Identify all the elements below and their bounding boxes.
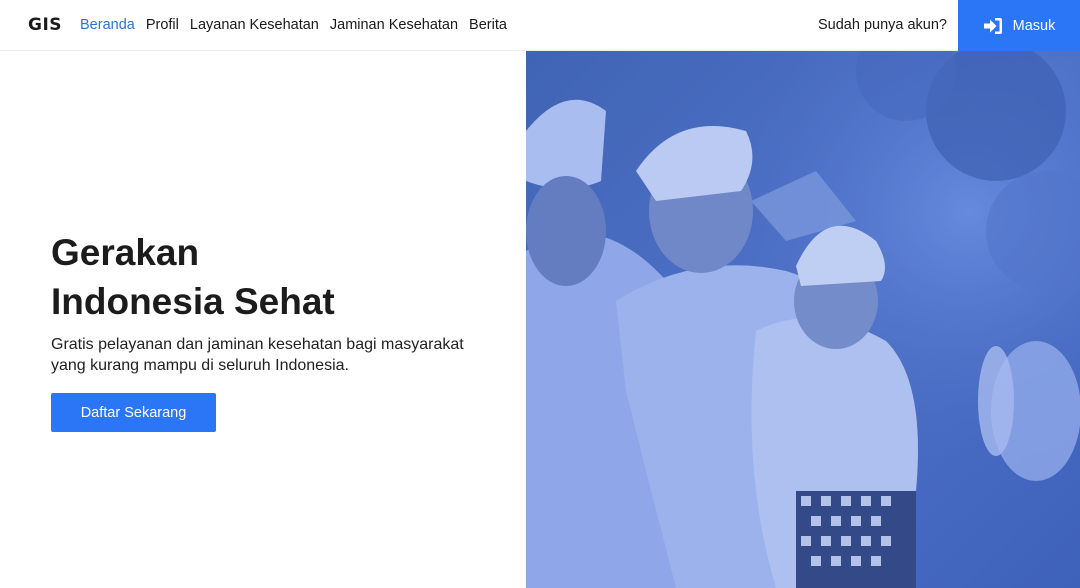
hero-section: Gerakan Indonesia Sehat Gratis pelayanan… [0,51,526,588]
gis-logo[interactable]: GIS [28,15,62,35]
hero-description: Gratis pelayanan dan jaminan kesehatan b… [51,336,464,374]
nav-link-beranda[interactable]: Beranda [80,17,135,33]
sign-in-icon [983,17,1003,35]
top-navbar: GIS Beranda Profil Layanan Kesehatan Jam… [0,0,1080,51]
hero-title-line2: Indonesia Sehat [51,281,335,322]
nav-link-jaminan-kesehatan[interactable]: Jaminan Kesehatan [330,17,458,33]
nav-link-profil[interactable]: Profil [146,17,179,33]
main-nav: Beranda Profil Layanan Kesehatan Jaminan… [80,17,507,33]
nav-link-berita[interactable]: Berita [469,17,507,33]
hero-title: Gerakan Indonesia Sehat [51,228,491,326]
account-prompt: Sudah punya akun? [818,17,947,33]
login-label: Masuk [1012,17,1056,34]
nav-link-layanan-kesehatan[interactable]: Layanan Kesehatan [190,17,319,33]
register-button[interactable]: Daftar Sekarang [51,393,216,432]
login-button[interactable]: Masuk [958,0,1080,51]
hero-title-line1: Gerakan [51,232,200,273]
hero-photo [526,51,1080,588]
